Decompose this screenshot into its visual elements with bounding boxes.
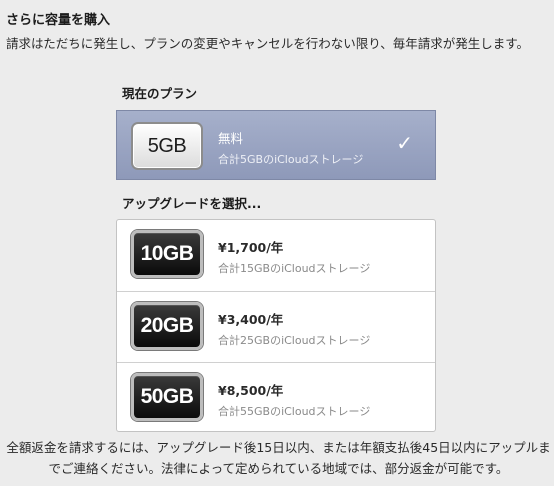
capacity-badge-20gb: 20GB — [131, 302, 203, 350]
plan-description: 合計25GBのiCloudストレージ — [218, 334, 371, 347]
refund-policy-note: 全額返金を請求するには、アップグレード後15日以内、または年額支払後45日以内に… — [6, 440, 551, 476]
plan-row-5gb[interactable]: 5GB 無料 合計5GBのiCloudストレージ ✓ — [117, 111, 435, 182]
upgrade-heading: アップグレードを選択... — [122, 196, 262, 211]
checkmark-icon: ✓ — [396, 131, 413, 155]
plan-info: 無料 合計5GBのiCloudストレージ — [218, 128, 363, 167]
plan-row-20gb[interactable]: 20GB ¥3,400/年 合計25GBのiCloudストレージ — [117, 291, 435, 362]
current-plan-option[interactable]: 5GB 無料 合計5GBのiCloudストレージ ✓ — [116, 110, 436, 180]
capacity-badge-10gb: 10GB — [131, 230, 203, 278]
plan-price: ¥1,700/年 — [218, 240, 284, 255]
plan-price: ¥3,400/年 — [218, 312, 284, 327]
upgrade-plan-list: 10GB ¥1,700/年 合計15GBのiCloudストレージ 20GB ¥3… — [116, 219, 436, 432]
page-title: さらに容量を購入 — [6, 13, 111, 28]
plan-row-50gb[interactable]: 50GB ¥8,500/年 合計55GBのiCloudストレージ — [117, 362, 435, 433]
plan-description: 合計15GBのiCloudストレージ — [218, 262, 371, 275]
current-plan-heading: 現在のプラン — [122, 86, 198, 101]
billing-intro-text: 請求はただちに発生し、プランの変更やキャンセルを行わない限り、毎年請求が発生しま… — [6, 36, 530, 51]
plan-description: 合計55GBのiCloudストレージ — [218, 405, 371, 418]
plan-description: 合計5GBのiCloudストレージ — [218, 153, 364, 166]
plan-info: ¥3,400/年 合計25GBのiCloudストレージ — [218, 309, 370, 348]
capacity-badge-50gb: 50GB — [131, 373, 203, 421]
plan-info: ¥8,500/年 合計55GBのiCloudストレージ — [218, 380, 370, 419]
plan-price: 無料 — [218, 131, 244, 146]
plan-row-10gb[interactable]: 10GB ¥1,700/年 合計15GBのiCloudストレージ — [117, 220, 435, 291]
plan-info: ¥1,700/年 合計15GBのiCloudストレージ — [218, 237, 370, 276]
capacity-badge-5gb: 5GB — [131, 122, 203, 170]
plan-price: ¥8,500/年 — [218, 383, 284, 398]
